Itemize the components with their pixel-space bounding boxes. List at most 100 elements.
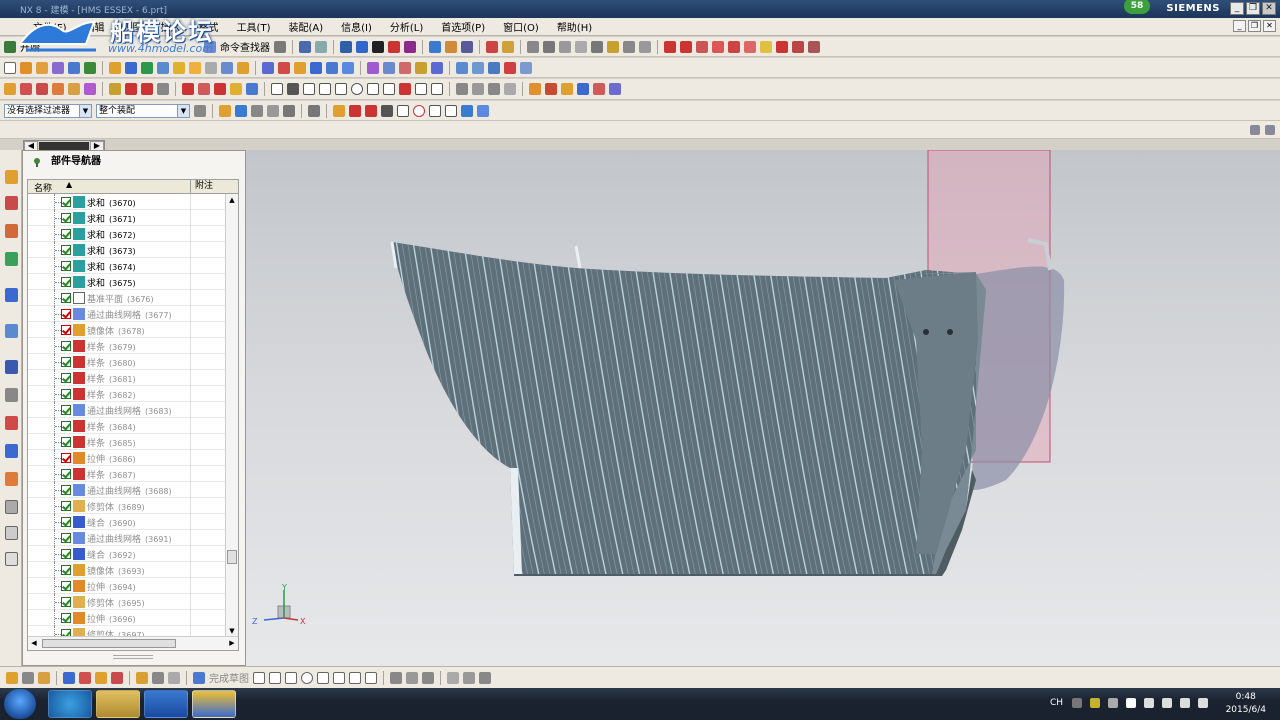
- arc-icon[interactable]: [680, 40, 692, 53]
- visibility-checkbox[interactable]: [61, 357, 71, 367]
- visibility-checkbox[interactable]: [61, 565, 71, 575]
- measure-icon[interactable]: [461, 40, 473, 53]
- tree-row[interactable]: 求和 (3674): [28, 258, 225, 274]
- flip-icon[interactable]: [399, 61, 411, 74]
- visibility-checkbox[interactable]: [61, 245, 71, 255]
- tree-row[interactable]: 样条 (3680): [28, 354, 225, 370]
- tree-row[interactable]: 通过曲线网格 (3688): [28, 482, 225, 498]
- bottom-trim-icon[interactable]: [390, 671, 402, 684]
- tree-row[interactable]: 求和 (3673): [28, 242, 225, 258]
- bottom-extend-icon[interactable]: [406, 671, 418, 684]
- snap-point-icon[interactable]: [333, 104, 345, 117]
- cylinder-icon[interactable]: [543, 40, 555, 53]
- vertical-scrollbar[interactable]: ▲ ▼: [225, 194, 238, 637]
- feature-select-icon[interactable]: [235, 104, 247, 117]
- visibility-checkbox[interactable]: [61, 517, 71, 527]
- tree-row[interactable]: 求和 (3671): [28, 210, 225, 226]
- doc-close-button[interactable]: ✕: [1263, 20, 1276, 32]
- sketch-style-icon[interactable]: [136, 671, 148, 684]
- visibility-checkbox[interactable]: [61, 421, 71, 431]
- resize-face-icon[interactable]: [520, 61, 532, 74]
- profile-sketch-icon[interactable]: [303, 83, 315, 95]
- tree-row[interactable]: 求和 (3675): [28, 274, 225, 290]
- web-browser-icon[interactable]: [5, 288, 18, 302]
- spline-icon[interactable]: [696, 40, 708, 53]
- general-select-icon[interactable]: [219, 104, 231, 117]
- signal-icon[interactable]: [1198, 698, 1208, 708]
- layer-settings-icon[interactable]: [577, 83, 589, 95]
- patch-icon[interactable]: [278, 61, 290, 74]
- column-attach-header[interactable]: 附注: [190, 180, 213, 194]
- sketch-point-icon[interactable]: [415, 83, 427, 95]
- tree-row[interactable]: 样条 (3685): [28, 434, 225, 450]
- x-form-icon[interactable]: [383, 61, 395, 74]
- sphere-icon[interactable]: [527, 40, 539, 53]
- tree-row[interactable]: 镜像体 (3678): [28, 322, 225, 338]
- visibility-checkbox[interactable]: [61, 485, 71, 495]
- tree-row[interactable]: 样条 (3682): [28, 386, 225, 402]
- constraints-icon[interactable]: [504, 83, 516, 95]
- menu-help[interactable]: 帮助(H): [548, 19, 601, 34]
- tree-row[interactable]: 通过曲线网格 (3677): [28, 306, 225, 322]
- visibility-checkbox[interactable]: [61, 549, 71, 559]
- menu-preferences[interactable]: 首选项(P): [432, 19, 494, 34]
- sketch-icon[interactable]: [315, 40, 327, 53]
- minimize-button[interactable]: _: [1230, 2, 1244, 15]
- face-rule-icon[interactable]: [251, 104, 263, 117]
- type-filter-dropdown[interactable]: 没有选择过滤器 ▼: [4, 103, 92, 118]
- sketch-rotate-icon[interactable]: [22, 671, 34, 684]
- taskbar-app-browser[interactable]: [48, 690, 92, 718]
- visibility-checkbox[interactable]: [61, 437, 71, 447]
- bottom-rect-icon[interactable]: [333, 671, 345, 684]
- tree-row[interactable]: 修剪体 (3695): [28, 594, 225, 610]
- scroll-thumb-horizontal[interactable]: [42, 639, 176, 648]
- mid-point-icon[interactable]: [365, 104, 377, 117]
- render-style-icon[interactable]: [372, 40, 384, 53]
- visibility-checkbox[interactable]: [61, 581, 71, 591]
- feature-group-icon[interactable]: [529, 83, 541, 95]
- make-corner-icon[interactable]: [488, 83, 500, 95]
- bottom-circle-icon[interactable]: [301, 671, 313, 684]
- sketch-option-icon[interactable]: [152, 671, 164, 684]
- extract-curve-icon[interactable]: [808, 40, 820, 53]
- graphics-window[interactable]: Y X Z: [246, 150, 1280, 666]
- draft-icon[interactable]: [607, 40, 619, 53]
- sketch-line-icon[interactable]: [319, 83, 331, 95]
- tree-row[interactable]: 拉伸 (3686): [28, 450, 225, 466]
- visibility-checkbox[interactable]: [61, 533, 71, 543]
- move-face-icon[interactable]: [472, 61, 484, 74]
- sketch-delay-icon[interactable]: [111, 671, 123, 684]
- menu-assembly[interactable]: 装配(A): [279, 19, 332, 34]
- finish-sketch-icon[interactable]: [193, 671, 205, 684]
- horizontal-scrollbar[interactable]: ◀ ▶: [28, 636, 238, 650]
- curve-mesh-icon[interactable]: [326, 61, 338, 74]
- thicken-icon[interactable]: [639, 40, 651, 53]
- select-icon[interactable]: [299, 40, 311, 53]
- panel-options-icon[interactable]: [1265, 125, 1275, 135]
- reuse-library-icon[interactable]: [5, 252, 18, 266]
- visibility-checkbox[interactable]: [61, 405, 71, 415]
- edit-object-icon[interactable]: [609, 83, 621, 95]
- restore-button[interactable]: ❐: [1246, 2, 1260, 15]
- finish-sketch-button[interactable]: 完成草图: [209, 670, 249, 685]
- ship-hull-model[interactable]: Y X Z: [246, 150, 1280, 666]
- arc-center-icon[interactable]: [413, 104, 425, 117]
- tree-row[interactable]: 样条 (3687): [28, 466, 225, 482]
- layer-icon[interactable]: [429, 40, 441, 53]
- point-icon[interactable]: [230, 83, 242, 95]
- measure-dist-icon[interactable]: [561, 83, 573, 95]
- project-curve-icon[interactable]: [728, 40, 740, 53]
- cone-icon[interactable]: [559, 40, 571, 53]
- layout-icon[interactable]: [274, 40, 286, 53]
- blank-icon[interactable]: [5, 552, 18, 566]
- action-center-icon[interactable]: [1108, 698, 1118, 708]
- intersection-point-icon[interactable]: [397, 104, 409, 117]
- sketch-view-icon[interactable]: [63, 671, 75, 684]
- tray-chevron-icon[interactable]: [1090, 698, 1100, 708]
- input-language[interactable]: CH: [1050, 698, 1063, 708]
- tree-row[interactable]: 通过曲线网格 (3683): [28, 402, 225, 418]
- curve-analysis-icon[interactable]: [502, 40, 514, 53]
- wcs-icon[interactable]: [445, 40, 457, 53]
- close-button[interactable]: ✕: [1262, 2, 1276, 15]
- hide-icon[interactable]: [404, 40, 416, 53]
